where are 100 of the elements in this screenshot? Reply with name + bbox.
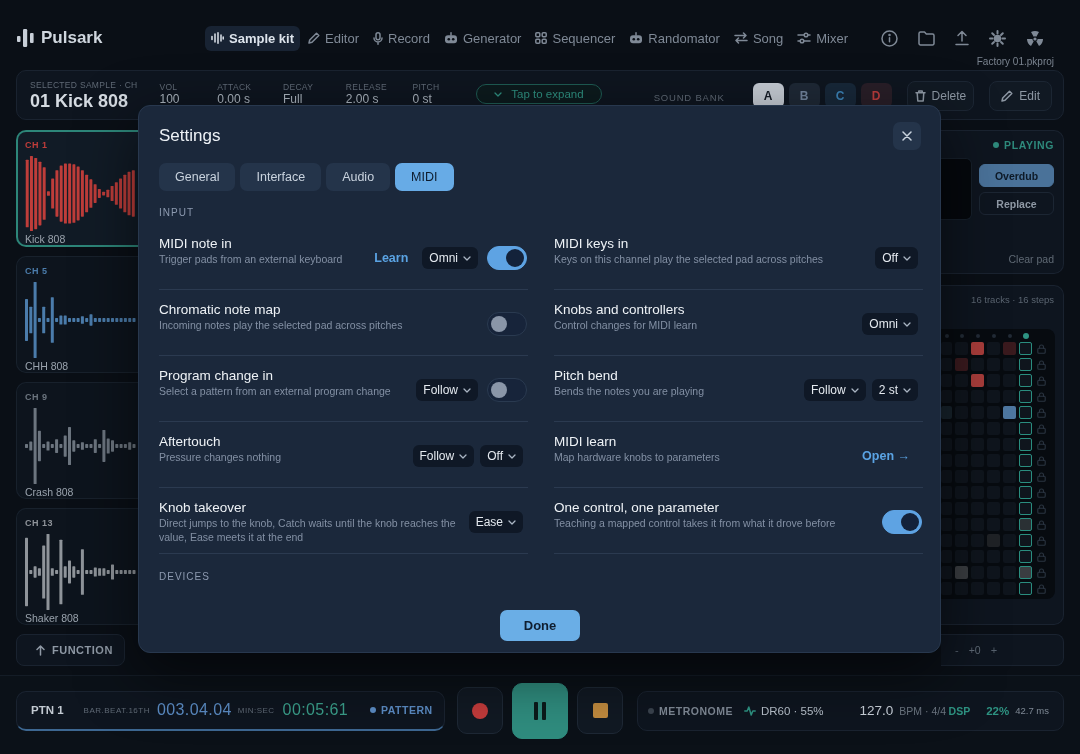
- lock-icon: [1036, 455, 1046, 466]
- chevron-down-icon: [463, 255, 471, 261]
- step-pad[interactable]: [1019, 550, 1032, 563]
- latency-value: 42.7 ms: [1015, 705, 1049, 716]
- step-pad[interactable]: [1019, 422, 1032, 435]
- setting-description: Map hardware knobs to parameters: [554, 451, 721, 465]
- nav-tab[interactable]: Generator: [437, 25, 528, 51]
- record-button[interactable]: [457, 687, 503, 734]
- sample-pad[interactable]: CH 13 Shaker 808: [16, 508, 138, 625]
- action-link[interactable]: Learn: [374, 251, 409, 265]
- nav-tab[interactable]: Randomator: [623, 25, 726, 51]
- dropdown[interactable]: Follow: [412, 445, 475, 467]
- edit-button[interactable]: Edit: [989, 81, 1052, 111]
- record-mode-button[interactable]: Overdub: [979, 164, 1054, 187]
- sample-name: 01 Kick 808: [30, 91, 130, 112]
- elapsed-time: 00:05:61: [282, 701, 349, 719]
- sample-pad[interactable]: CH 1 Kick 808: [16, 130, 138, 247]
- function-button[interactable]: FUNCTION: [16, 634, 125, 666]
- setting-description: Pressure changes nothing: [159, 451, 282, 465]
- param-label: ATTACK: [217, 82, 253, 92]
- dropdown[interactable]: Ease: [468, 511, 523, 533]
- expand-button[interactable]: Tap to expand: [476, 84, 602, 104]
- record-mode-button[interactable]: Replace: [979, 192, 1054, 215]
- step-pad[interactable]: [1003, 406, 1016, 419]
- action-link[interactable]: Open →: [862, 449, 910, 463]
- toggle-switch[interactable]: [487, 312, 527, 336]
- stop-button[interactable]: [577, 687, 623, 734]
- sample-name: Crash 808: [25, 486, 75, 498]
- bar-position: 003.04.04: [156, 701, 232, 719]
- step-pad[interactable]: [1019, 534, 1032, 547]
- nav-tab[interactable]: Sequencer: [529, 25, 622, 51]
- step-pad[interactable]: [1019, 454, 1032, 467]
- step-pad[interactable]: [1019, 390, 1032, 403]
- pencil-icon: [308, 32, 321, 44]
- setting-title: Aftertouch: [159, 433, 222, 450]
- step-pad[interactable]: [1019, 374, 1032, 387]
- step-pad[interactable]: [1019, 486, 1032, 499]
- dropdown[interactable]: Off: [875, 247, 918, 269]
- settings-tab[interactable]: General: [159, 163, 236, 191]
- lock-icon: [1036, 471, 1046, 482]
- param-value: 100: [159, 93, 181, 105]
- step-pad[interactable]: [1019, 406, 1032, 419]
- step-pad[interactable]: [1019, 470, 1032, 483]
- nav-tab[interactable]: Mixer: [791, 25, 855, 51]
- dsp-load: 22%: [986, 704, 1010, 717]
- dropdown[interactable]: Omni: [422, 247, 478, 269]
- lock-icon: [1036, 503, 1046, 514]
- chevron-down-icon: [463, 387, 471, 393]
- dropdown[interactable]: Follow: [803, 379, 866, 401]
- folder-icon[interactable]: [918, 30, 935, 46]
- setting-description: Keys on this channel play the selected pad across pitches: [554, 253, 825, 267]
- info-icon[interactable]: [881, 29, 898, 47]
- clear-pad-link[interactable]: Clear pad: [1008, 253, 1054, 265]
- close-button[interactable]: [893, 122, 921, 150]
- settings-tab[interactable]: Audio: [326, 163, 391, 191]
- upload-icon[interactable]: [955, 30, 969, 46]
- setting-title: MIDI keys in: [554, 235, 630, 252]
- step-pad[interactable]: [1019, 358, 1032, 371]
- dropdown[interactable]: Off: [480, 445, 523, 467]
- swap-arrows-icon: [733, 32, 748, 44]
- settings-tab[interactable]: Interface: [240, 163, 322, 191]
- step-pad[interactable]: [1019, 342, 1032, 355]
- dropdown[interactable]: Follow: [416, 379, 478, 401]
- toggle-switch[interactable]: [487, 378, 527, 402]
- settings-tab[interactable]: MIDI: [395, 163, 454, 191]
- dropdown[interactable]: 2 st: [871, 379, 918, 401]
- settings-icon[interactable]: [989, 29, 1006, 47]
- nav-tab[interactable]: Editor: [302, 25, 365, 51]
- robot-icon: [443, 32, 458, 44]
- delete-button[interactable]: Delete: [906, 81, 975, 111]
- pause-button[interactable]: [512, 682, 568, 739]
- nav-tab[interactable]: Record: [367, 25, 436, 51]
- param-value: 0.00 s: [217, 93, 251, 105]
- dialog-title: Settings: [159, 126, 221, 146]
- step-pad[interactable]: [1019, 582, 1032, 595]
- setting-title: One control, one parameter: [554, 499, 721, 516]
- step-pad[interactable]: [1019, 438, 1032, 451]
- lock-icon: [1036, 583, 1046, 594]
- pulse-icon: [743, 705, 756, 716]
- sample-pad[interactable]: CH 9 Crash 808: [16, 382, 138, 499]
- step-pad[interactable]: [1019, 518, 1032, 531]
- fan-icon[interactable]: [1026, 29, 1044, 47]
- setting-title: Knobs and controllers: [554, 301, 686, 318]
- step-pad[interactable]: [1019, 566, 1032, 579]
- toggle-switch[interactable]: [487, 246, 527, 270]
- lock-icon: [1036, 551, 1046, 562]
- metronome-toggle[interactable]: METRONOME: [648, 704, 733, 717]
- done-button[interactable]: Done: [500, 610, 580, 641]
- step-pad[interactable]: [1019, 502, 1032, 515]
- toggle-switch[interactable]: [882, 510, 922, 534]
- nav-tab[interactable]: Sample kit: [205, 25, 301, 51]
- sample-name: Shaker 808: [25, 612, 80, 624]
- channel-label: CH 5: [25, 266, 49, 276]
- nav-tab[interactable]: Song: [727, 25, 790, 51]
- lock-icon: [1036, 535, 1046, 546]
- stop-icon: [592, 703, 608, 718]
- chevron-down-icon: [903, 387, 911, 393]
- sample-pad[interactable]: CH 5 CHH 808: [16, 256, 138, 373]
- dropdown[interactable]: Omni: [862, 313, 918, 335]
- section-heading: INPUT: [159, 207, 195, 219]
